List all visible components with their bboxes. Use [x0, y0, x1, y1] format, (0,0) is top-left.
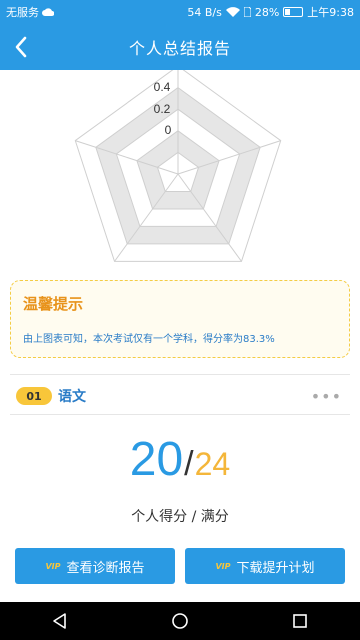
battery-fill — [285, 9, 290, 15]
wifi-icon — [225, 7, 240, 17]
system-nav-bar — [0, 602, 360, 640]
vip-icon: VIP — [215, 561, 231, 571]
carrier-text: 无服务 — [6, 6, 39, 19]
score-display: 20/24 — [0, 432, 360, 487]
subject-name: 语文 — [58, 389, 86, 405]
score-total: 24 — [194, 446, 231, 482]
subject-header: 01 语文 ••• — [10, 382, 350, 410]
vip-icon: VIP — [45, 561, 61, 571]
battery-percent: 28% — [254, 5, 280, 19]
tip-card: 温馨提示 由上图表可知，本次考试仅有一个学科，得分率为83.3% — [10, 280, 350, 358]
tip-title: 温馨提示 — [23, 295, 84, 313]
view-report-button[interactable]: VIP 查看诊断报告 — [15, 548, 175, 584]
tip-text: 由上图表可知，本次考试仅有一个学科，得分率为83.3% — [23, 334, 275, 345]
score-caption: 个人得分 / 满分 — [131, 509, 229, 525]
score-separator: / — [184, 445, 194, 483]
title-bar: 个人总结报告 — [0, 24, 360, 70]
cloud-icon — [42, 8, 54, 16]
status-bar: 无服务 54 B/s 28% 上午9:38 — [0, 0, 360, 24]
divider — [10, 374, 350, 375]
view-report-label: 查看诊断报告 — [66, 560, 145, 576]
clock: 上午9:38 — [307, 6, 354, 19]
download-plan-label: 下载提升计划 — [236, 560, 315, 576]
score-value: 20 — [129, 433, 184, 486]
radar-tick-label: 0.2 — [154, 102, 171, 116]
triangle-back-icon[interactable] — [51, 612, 69, 630]
square-recent-icon[interactable] — [291, 612, 309, 630]
divider — [10, 414, 350, 415]
page-title: 个人总结报告 — [128, 39, 231, 58]
more-horizontal-icon[interactable]: ••• — [311, 387, 342, 406]
sim-icon — [243, 7, 251, 17]
subject-index-badge: 01 — [16, 387, 52, 405]
chevron-left-icon — [15, 36, 27, 58]
back-button[interactable] — [4, 30, 38, 64]
radar-tick-label: 0 — [165, 123, 172, 137]
circle-home-icon[interactable] — [171, 612, 189, 630]
net-speed: 54 B/s — [187, 5, 222, 19]
radar-chart: 0.4 0.2 0 — [0, 65, 360, 280]
battery-icon — [283, 7, 304, 17]
radar-tick-label: 0.4 — [154, 80, 171, 94]
download-plan-button[interactable]: VIP 下载提升计划 — [185, 548, 345, 584]
